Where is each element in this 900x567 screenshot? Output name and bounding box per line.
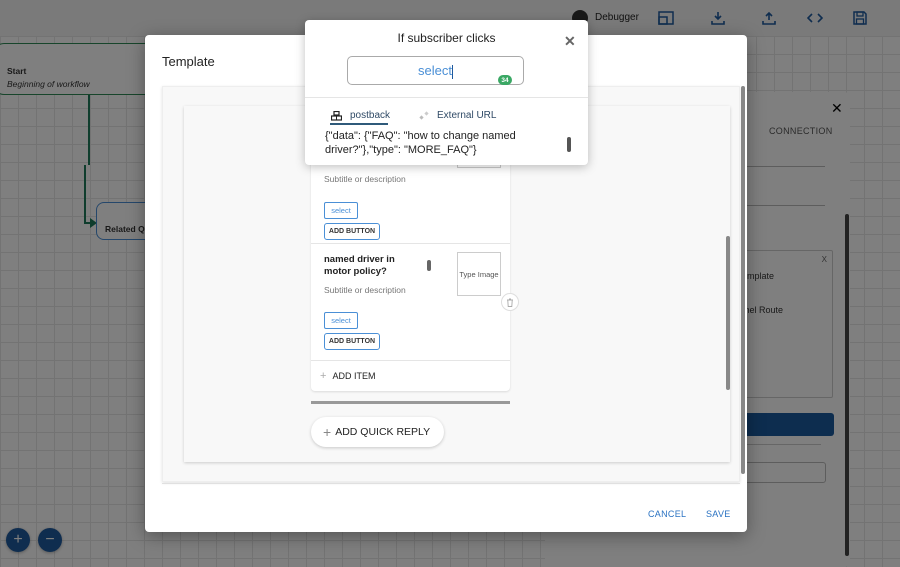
button-edit-popup: If subscriber clicks ✕ select 34 postbac… <box>305 20 588 165</box>
divider <box>162 483 740 484</box>
card-subtitle[interactable]: Subtitle or description <box>324 174 406 184</box>
divider <box>305 97 588 98</box>
postback-payload[interactable]: {"data": {"FAQ": "how to change named dr… <box>325 129 555 157</box>
add-item-button[interactable]: + ADD ITEM <box>311 360 510 390</box>
scrollbar[interactable] <box>427 260 431 271</box>
delete-card-button[interactable] <box>501 293 519 311</box>
tab-label: External URL <box>437 110 497 121</box>
tab-postback[interactable]: postback <box>331 110 390 121</box>
postback-icon <box>331 110 342 121</box>
tab-label: postback <box>350 110 391 121</box>
tab-external-url[interactable]: External URL <box>419 110 496 121</box>
char-count-badge: 34 <box>498 75 512 85</box>
button-label-value: select <box>418 63 452 78</box>
scrollbar[interactable] <box>741 86 745 474</box>
divider <box>311 401 510 404</box>
gallery-card: named driver in motor policy? Type Image… <box>311 244 519 360</box>
modal-title: Template <box>162 54 215 69</box>
add-button-button[interactable]: ADD BUTTON <box>324 333 380 350</box>
link-icon <box>419 110 429 120</box>
scrollbar[interactable] <box>726 236 730 390</box>
plus-icon: + <box>320 369 327 382</box>
add-item-label: ADD ITEM <box>332 370 376 381</box>
card-button[interactable]: select <box>324 202 358 219</box>
popup-title: If subscriber clicks <box>397 31 496 45</box>
card-image-placeholder[interactable]: Type Image <box>457 252 501 296</box>
card-button[interactable]: select <box>324 312 358 329</box>
text-caret <box>451 64 453 79</box>
add-quick-reply-label: ADD QUICK REPLY <box>335 426 431 438</box>
close-icon[interactable]: ✕ <box>564 33 576 50</box>
trash-icon <box>507 298 513 307</box>
card-subtitle[interactable]: Subtitle or description <box>324 285 406 295</box>
scrollbar[interactable] <box>567 137 571 152</box>
add-button-button[interactable]: ADD BUTTON <box>324 223 380 240</box>
plus-icon: + <box>323 424 332 440</box>
active-tab-indicator <box>330 123 388 125</box>
save-button[interactable]: SAVE <box>706 509 731 519</box>
add-quick-reply-button[interactable]: + ADD QUICK REPLY <box>311 417 444 447</box>
card-title[interactable]: named driver in motor policy? <box>324 254 424 278</box>
cancel-button[interactable]: CANCEL <box>648 509 686 519</box>
